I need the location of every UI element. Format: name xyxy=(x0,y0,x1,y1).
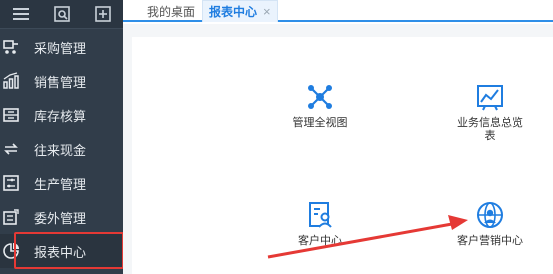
sidebar-item-label: 生产管理 xyxy=(34,176,87,192)
chart-board-icon xyxy=(475,82,505,112)
menu-icon[interactable] xyxy=(0,0,41,29)
inventory-icon xyxy=(1,105,21,125)
main-content: 管理全视图 业务信息总览表 客户中心 客户营销中心 xyxy=(123,24,553,274)
tile-customer-marketing-center[interactable]: 客户营销中心 xyxy=(435,200,545,248)
sidebar-item-label: 委外管理 xyxy=(34,210,87,226)
tab-my-desktop[interactable]: 我的桌面 xyxy=(147,0,195,22)
tile-label: 管理全视图 xyxy=(292,117,348,129)
tile-business-info-summary[interactable]: 业务信息总览表 xyxy=(435,82,545,143)
tile-label: 客户中心 xyxy=(298,235,342,247)
close-icon[interactable]: × xyxy=(263,4,271,19)
tile-label: 业务信息总览表 xyxy=(457,117,523,142)
production-icon xyxy=(1,173,21,193)
sidebar-toolbar xyxy=(0,0,123,29)
sidebar-item-label: 往来现金 xyxy=(34,142,87,158)
exchange-icon xyxy=(1,139,21,159)
tab-label: 我的桌面 xyxy=(147,4,196,19)
search-doc-icon[interactable] xyxy=(41,0,82,29)
sidebar-item-label: 销售管理 xyxy=(34,74,87,90)
outsource-icon xyxy=(1,207,21,227)
tile-label: 客户营销中心 xyxy=(457,235,523,247)
tab-report-center[interactable]: 报表中心 × xyxy=(202,0,278,22)
tile-customer-center[interactable]: 客户中心 xyxy=(265,200,375,248)
sidebar-item-sales[interactable]: 销售管理 xyxy=(0,64,123,98)
network-icon xyxy=(305,82,335,112)
sidebar-item-label: 库存核算 xyxy=(34,108,87,124)
sidebar-item-outsource[interactable]: 委外管理 xyxy=(0,200,123,234)
highlight-box xyxy=(14,232,124,269)
tab-bar: 我的桌面 报表中心 × xyxy=(123,0,553,22)
tile-management-overview[interactable]: 管理全视图 xyxy=(265,82,375,130)
sidebar-item-inventory[interactable]: 库存核算 xyxy=(0,98,123,132)
sidebar-item-cash[interactable]: 往来现金 xyxy=(0,132,123,166)
purchase-icon xyxy=(1,37,21,57)
globe-user-icon xyxy=(475,200,505,230)
sales-chart-icon xyxy=(1,71,21,91)
report-panel: 管理全视图 业务信息总览表 客户中心 客户营销中心 xyxy=(132,37,553,274)
sidebar-item-production[interactable]: 生产管理 xyxy=(0,166,123,200)
sidebar-item-purchase[interactable]: 采购管理 xyxy=(0,30,123,64)
add-doc-icon[interactable] xyxy=(82,0,123,29)
customer-doc-icon xyxy=(305,200,335,230)
sidebar-item-label: 采购管理 xyxy=(34,40,87,56)
tab-label: 报表中心 xyxy=(209,5,258,19)
